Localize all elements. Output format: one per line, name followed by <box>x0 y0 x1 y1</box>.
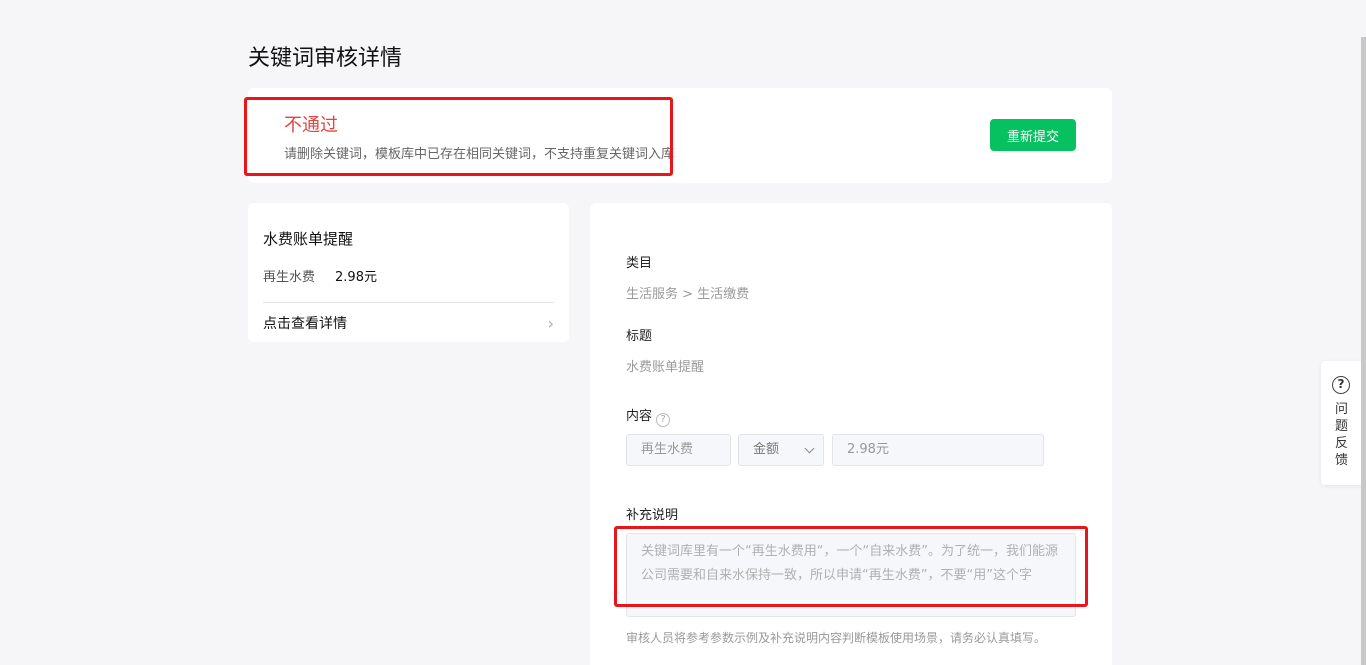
keyword-type-select[interactable]: 金额 <box>738 434 824 466</box>
preview-divider <box>263 302 554 303</box>
template-preview-card: 水费账单提醒 再生水费 2.98元 点击查看详情 › <box>248 203 569 342</box>
status-title: 不通过 <box>284 115 338 136</box>
title-value: 水费账单提醒 <box>626 360 705 375</box>
feedback-button[interactable]: ? 问题反馈 <box>1321 361 1363 485</box>
feedback-label: 问题反馈 <box>1335 402 1349 468</box>
view-details-link[interactable]: 点击查看详情 › <box>263 313 554 333</box>
resubmit-button[interactable]: 重新提交 <box>990 119 1076 151</box>
keyword-field[interactable]: 再生水费 <box>626 434 731 466</box>
supplement-label: 补充说明 <box>626 508 679 523</box>
chevron-right-icon: › <box>547 313 554 333</box>
scrollbar[interactable] <box>1361 37 1366 665</box>
status-reason: 请删除关键词，模板库中已存在相同关键词，不支持重复关键词入库 <box>284 147 675 162</box>
category-label: 类目 <box>626 256 653 271</box>
preview-title: 水费账单提醒 <box>263 230 354 248</box>
question-icon: ? <box>1332 376 1350 394</box>
title-label: 标题 <box>626 329 653 344</box>
content-label-row: 内容? <box>626 405 671 427</box>
preview-row: 再生水费 2.98元 <box>263 266 377 285</box>
detail-card: 类目 生活服务 > 生活缴费 标题 水费账单提醒 内容? 再生水费 金额 2.9… <box>590 203 1112 665</box>
view-details-label: 点击查看详情 <box>263 316 347 332</box>
content-label: 内容 <box>626 409 653 424</box>
chevron-down-icon <box>804 443 815 453</box>
preview-row-value: 2.98元 <box>335 270 377 285</box>
preview-row-key: 再生水费 <box>263 270 316 285</box>
status-card: 不通过 请删除关键词，模板库中已存在相同关键词，不支持重复关键词入库 重新提交 <box>248 88 1112 183</box>
page-title: 关键词审核详情 <box>248 46 403 71</box>
help-icon[interactable]: ? <box>656 413 671 427</box>
keyword-type-value: 金额 <box>753 442 780 457</box>
review-hint: 审核人员将参考参数示例及补充说明内容判断模板使用场景，请务必认真填写。 <box>626 631 1047 645</box>
example-field[interactable]: 2.98元 <box>832 434 1044 466</box>
supplement-textarea[interactable]: 关键词库里有一个“再生水费用“，一个“自来水费”。为了统一，我们能源公司需要和自… <box>626 533 1076 617</box>
category-value: 生活服务 > 生活缴费 <box>626 287 750 302</box>
